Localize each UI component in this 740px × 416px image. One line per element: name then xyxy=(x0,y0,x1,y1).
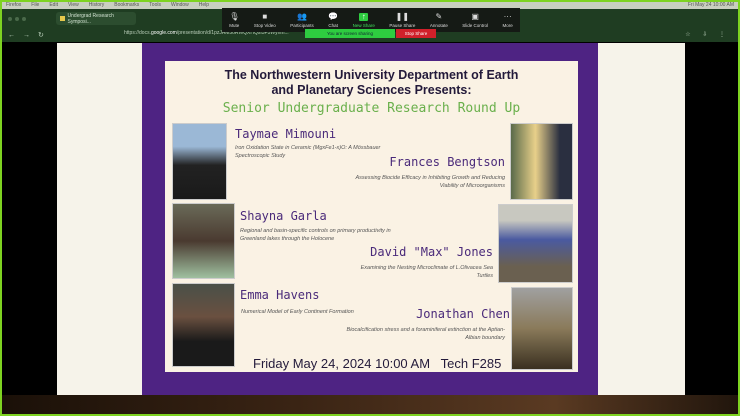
menu-item[interactable]: View xyxy=(68,2,79,8)
menu-item[interactable]: Edit xyxy=(49,2,58,8)
menu-item[interactable]: History xyxy=(89,2,105,8)
stop-share-button[interactable]: Stop Share xyxy=(396,29,436,38)
participants-button[interactable]: 👥 Participants xyxy=(290,11,314,28)
back-icon[interactable]: ← xyxy=(8,32,15,39)
annotate-button[interactable]: ✎ Annotate xyxy=(429,11,448,28)
slides-icon xyxy=(60,16,65,21)
photo-taymae xyxy=(172,123,227,200)
menu-item[interactable]: Help xyxy=(199,2,209,8)
slide-subtitle: Senior Undergraduate Research Round Up xyxy=(222,101,521,116)
pause-icon: ❚❚ xyxy=(395,11,410,21)
slide-control-button[interactable]: ▣ Slide Control xyxy=(462,11,489,28)
new-share-button[interactable]: ↑ New Share xyxy=(352,12,375,28)
presenter-topic: Iron Oxidation State in Ceramic (MgxFe1-… xyxy=(235,145,381,159)
label: Mute xyxy=(229,22,240,28)
presenter-name: Shayna Garla xyxy=(240,209,327,223)
presenter-name: Frances Bengtson xyxy=(389,155,505,169)
photo-jonathan xyxy=(511,287,573,370)
more-button[interactable]: ··· More xyxy=(502,11,513,28)
presenter-name: Emma Havens xyxy=(240,288,320,302)
menu-item[interactable]: File xyxy=(31,2,39,8)
window-controls[interactable] xyxy=(8,16,26,21)
tab-title: Undergrad Research Symposi... xyxy=(67,12,114,25)
sharing-indicator: You are screen sharing xyxy=(305,29,395,38)
presenter-name: Jonathan Chen xyxy=(416,307,510,321)
stop-video-button[interactable]: ■ Stop Video xyxy=(253,11,276,28)
label: More xyxy=(502,22,513,28)
participants-icon: 👥 xyxy=(296,11,307,21)
photo-emma xyxy=(172,283,235,367)
toolbar-icons[interactable]: ☆ ⇩ ⋮ xyxy=(685,31,730,38)
mute-button[interactable]: 🎙 Mute xyxy=(229,11,240,28)
menu-item[interactable]: Window xyxy=(171,2,189,8)
event-date-location: Friday May 24, 2024 10:00 AM Tech F285 xyxy=(253,356,502,371)
label: New Share xyxy=(352,22,375,28)
pause-share-button[interactable]: ❚❚ Pause Share xyxy=(389,11,416,28)
presenter-name: David "Max" Jones xyxy=(370,245,493,259)
reload-icon[interactable]: ↻ xyxy=(38,31,44,39)
photo-frances xyxy=(510,123,573,200)
label: Chat xyxy=(328,22,338,28)
browser-tab[interactable]: Undergrad Research Symposi... xyxy=(56,12,136,25)
photo-shayna xyxy=(172,203,235,279)
microphone-icon: 🎙 xyxy=(229,11,240,21)
slide-title-line1: The Northwestern University Department o… xyxy=(224,68,519,82)
pencil-icon: ✎ xyxy=(435,11,443,21)
url-domain: google.com xyxy=(150,30,177,36)
label: Stop Video xyxy=(253,22,276,28)
label: Pause Share xyxy=(389,22,416,28)
label: Participants xyxy=(290,22,314,28)
menu-item[interactable]: Bookmarks xyxy=(114,2,139,8)
more-icon: ··· xyxy=(503,11,512,21)
presenter-topic: Regional and basin-specific controls on … xyxy=(240,228,391,242)
presenter-topic: Assessing Biocide Efficacy in Inhibiting… xyxy=(355,175,506,189)
presenter-name: Taymae Mimouni xyxy=(235,127,337,141)
slide-content: The Northwestern University Department o… xyxy=(165,61,578,372)
url-prefix: https://docs. xyxy=(124,30,151,36)
menu-item[interactable]: Tools xyxy=(149,2,161,8)
presenter-topic: Numerical Model of Early Continent Forma… xyxy=(241,309,354,315)
chat-icon: 💬 xyxy=(328,11,339,21)
share-icon: ↑ xyxy=(359,12,369,21)
photo-david xyxy=(498,204,573,283)
presenter-topic: Examining the Nesting Microclimate of L.… xyxy=(360,265,493,279)
presenter-topic: Biocalcification stress and a foraminife… xyxy=(346,327,505,341)
desktop-background xyxy=(0,395,740,416)
clock: Fri May 24 10:00 AM xyxy=(687,1,734,8)
video-icon: ■ xyxy=(262,11,268,21)
slide-title-line2: and Planetary Sciences Presents: xyxy=(271,83,472,97)
forward-icon[interactable]: → xyxy=(23,32,30,39)
menu-item[interactable]: Firefox xyxy=(6,2,21,8)
label: Annotate xyxy=(429,22,448,28)
slide-control-icon: ▣ xyxy=(471,11,479,21)
label: Slide Control xyxy=(462,22,489,28)
chat-button[interactable]: 💬 Chat xyxy=(328,11,339,28)
